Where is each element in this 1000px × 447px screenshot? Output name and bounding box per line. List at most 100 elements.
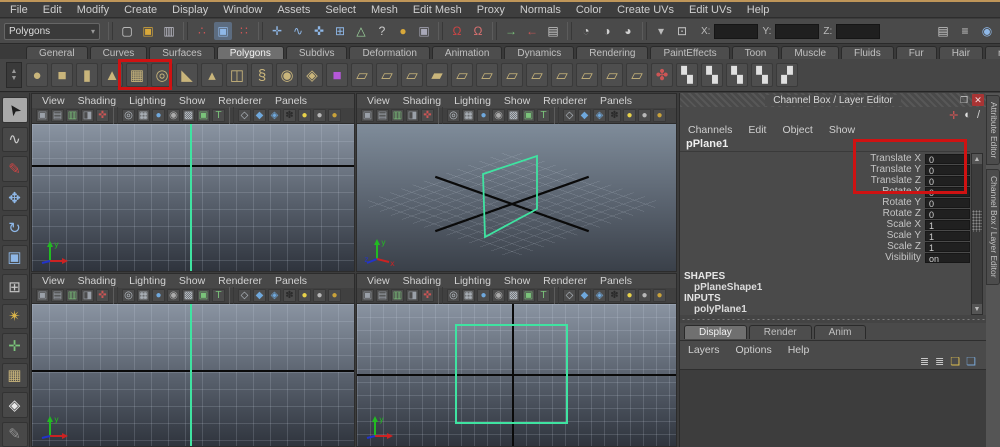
scrollbar-grip[interactable]	[972, 210, 982, 232]
poly-sphere-icon[interactable]: ●	[26, 63, 48, 87]
channel-box-menu-item[interactable]: Channels	[688, 124, 732, 136]
render-settings-icon[interactable]: ◕	[619, 22, 637, 40]
channel-label[interactable]: Rotate Z	[883, 208, 921, 219]
viewport-menu-item[interactable]: Show	[179, 275, 205, 287]
use-all-lights-icon[interactable]: ●	[298, 109, 311, 122]
viewport-menu-item[interactable]: Show	[504, 95, 530, 107]
shelf-tab[interactable]: Fur	[896, 46, 937, 59]
render-gear-icon[interactable]: ✽	[283, 109, 296, 122]
two-sided-lighting-icon[interactable]: ●	[328, 289, 341, 302]
viewport-menu-item[interactable]: Shading	[78, 275, 117, 287]
default-lighting-icon[interactable]: ●	[638, 289, 651, 302]
reduce-icon[interactable]: ▱	[551, 63, 573, 87]
snap-magnet-two-icon[interactable]: Ω	[469, 22, 487, 40]
viewport-menu-item[interactable]: Renderer	[218, 275, 262, 287]
combine-icon[interactable]: ▱	[351, 63, 373, 87]
select-camera-icon[interactable]: ▣	[36, 289, 49, 302]
viewport-menu-item[interactable]: Lighting	[454, 275, 491, 287]
channel-label[interactable]: Scale Y	[887, 230, 921, 241]
select-by-object-icon[interactable]: ▣	[214, 22, 232, 40]
disable-output-icon[interactable]: ←	[523, 22, 541, 40]
cylindrical-mapping-icon[interactable]: ▚	[701, 63, 723, 87]
viewport-menu-item[interactable]: Show	[504, 275, 530, 287]
last-tool-poly-plane[interactable]: ▦	[2, 363, 28, 389]
poly-cube-icon[interactable]: ■	[51, 63, 73, 87]
textured-mode-icon[interactable]: ●	[152, 289, 165, 302]
layer-editor-tab[interactable]: Display	[684, 325, 747, 339]
menu-item[interactable]: File	[10, 4, 28, 16]
texture-placement-icon[interactable]: T	[537, 109, 550, 122]
attribute-editor-toggle-icon[interactable]: ▤	[934, 22, 952, 40]
bookmark-icon[interactable]: ▥	[66, 289, 79, 302]
close-icon[interactable]: ✕	[972, 94, 984, 106]
layer-editor-tab[interactable]: Anim	[814, 325, 867, 339]
menu-item[interactable]: Help	[747, 4, 770, 16]
render-gear-icon[interactable]: ✽	[608, 289, 621, 302]
textured-mode-icon[interactable]: ●	[477, 289, 490, 302]
channel-value-field[interactable]: 0	[925, 209, 970, 219]
lock-selection-icon[interactable]: ●	[394, 22, 412, 40]
merge-vertices-icon[interactable]: ▱	[601, 63, 623, 87]
shelf-collapse-arrows[interactable]: ▲▼	[6, 62, 22, 88]
use-default-material-icon[interactable]: ◉	[167, 109, 180, 122]
universal-manipulator-tool[interactable]: ⊞	[2, 274, 28, 300]
xray-mode-icon[interactable]: ▩	[182, 109, 195, 122]
shaded-cube-display-icon[interactable]: ◆	[578, 289, 591, 302]
shelf-tab[interactable]: General	[26, 46, 88, 59]
poly-cone-icon[interactable]: ▲	[101, 63, 123, 87]
poly-cylinder-icon[interactable]: ▮	[76, 63, 98, 87]
wireframe-mode-icon[interactable]: ◎	[447, 109, 460, 122]
snap-magnet-one-icon[interactable]: Ω	[448, 22, 466, 40]
highlight-selected-icon[interactable]: ▣	[415, 22, 433, 40]
menu-item[interactable]: Display	[172, 4, 208, 16]
textured-cube-display-icon[interactable]: ◈	[268, 109, 281, 122]
camera-attributes-icon[interactable]: ▤	[376, 289, 389, 302]
viewport-menu-item[interactable]: Panels	[275, 275, 307, 287]
shelf-tab[interactable]: Surfaces	[149, 46, 214, 59]
menu-item[interactable]: Create UVs	[617, 4, 674, 16]
automatic-mapping-icon[interactable]: ▚	[751, 63, 773, 87]
menu-item[interactable]: Assets	[277, 4, 310, 16]
select-tool[interactable]: ➤	[2, 97, 28, 123]
shelf-tab[interactable]: Rendering	[576, 46, 648, 59]
poly-torus-icon[interactable]: ◎	[151, 63, 173, 87]
soft-modification-tool[interactable]: ✴	[2, 304, 28, 330]
viewport-menu-item[interactable]: Panels	[600, 275, 632, 287]
render-current-frame-icon[interactable]: ◔	[577, 22, 595, 40]
channel-label[interactable]: Rotate X	[882, 186, 921, 197]
smooth-icon[interactable]: ▱	[451, 63, 473, 87]
uv-texture-editor-icon[interactable]: ▞	[776, 63, 798, 87]
menu-item[interactable]: Edit	[43, 4, 62, 16]
poly-platonic-solid-icon[interactable]: ◈	[301, 63, 323, 87]
field-entry-mode-icon[interactable]: ⊡	[673, 22, 691, 40]
shaded-cube-display-icon[interactable]: ◆	[253, 109, 266, 122]
camera-attributes-icon[interactable]: ▤	[376, 109, 389, 122]
layer-editor-menu-item[interactable]: Layers	[688, 344, 720, 356]
scale-tool[interactable]: ▣	[2, 245, 28, 271]
channel-value-field[interactable]: 1	[925, 220, 970, 230]
snap-help-icon[interactable]: ?	[373, 22, 391, 40]
move-tool[interactable]: ✥	[2, 186, 28, 212]
paint-selection-tool[interactable]: ✎	[2, 156, 28, 182]
channel-box-menu-item[interactable]: Object	[782, 124, 812, 136]
manipulator-axis-icon[interactable]: ✛	[949, 109, 958, 122]
scroll-up-icon[interactable]: ▲	[972, 154, 982, 164]
menu-item[interactable]: Proxy	[477, 4, 505, 16]
channel-value-field[interactable]: on	[925, 253, 970, 263]
viewport-menu-item[interactable]: View	[367, 275, 390, 287]
viewport-canvas[interactable]: y	[32, 124, 354, 271]
layer-hide-icon[interactable]: ≣	[935, 355, 944, 368]
menu-item[interactable]: Window	[223, 4, 262, 16]
two-sided-lighting-icon[interactable]: ●	[653, 289, 666, 302]
use-default-material-icon[interactable]: ◉	[492, 109, 505, 122]
viewport-menu-item[interactable]: View	[367, 95, 390, 107]
use-all-lights-icon[interactable]: ●	[298, 289, 311, 302]
average-vertices-icon[interactable]: ▱	[476, 63, 498, 87]
separate-icon[interactable]: ▱	[376, 63, 398, 87]
viewport-canvas[interactable]: y	[32, 304, 354, 446]
shaded-cube-display-icon[interactable]: ◆	[253, 289, 266, 302]
two-sided-lighting-icon[interactable]: ●	[328, 109, 341, 122]
render-gear-icon[interactable]: ✽	[608, 109, 621, 122]
bookmark-icon[interactable]: ▥	[391, 289, 404, 302]
scroll-down-icon[interactable]: ▼	[972, 304, 982, 314]
